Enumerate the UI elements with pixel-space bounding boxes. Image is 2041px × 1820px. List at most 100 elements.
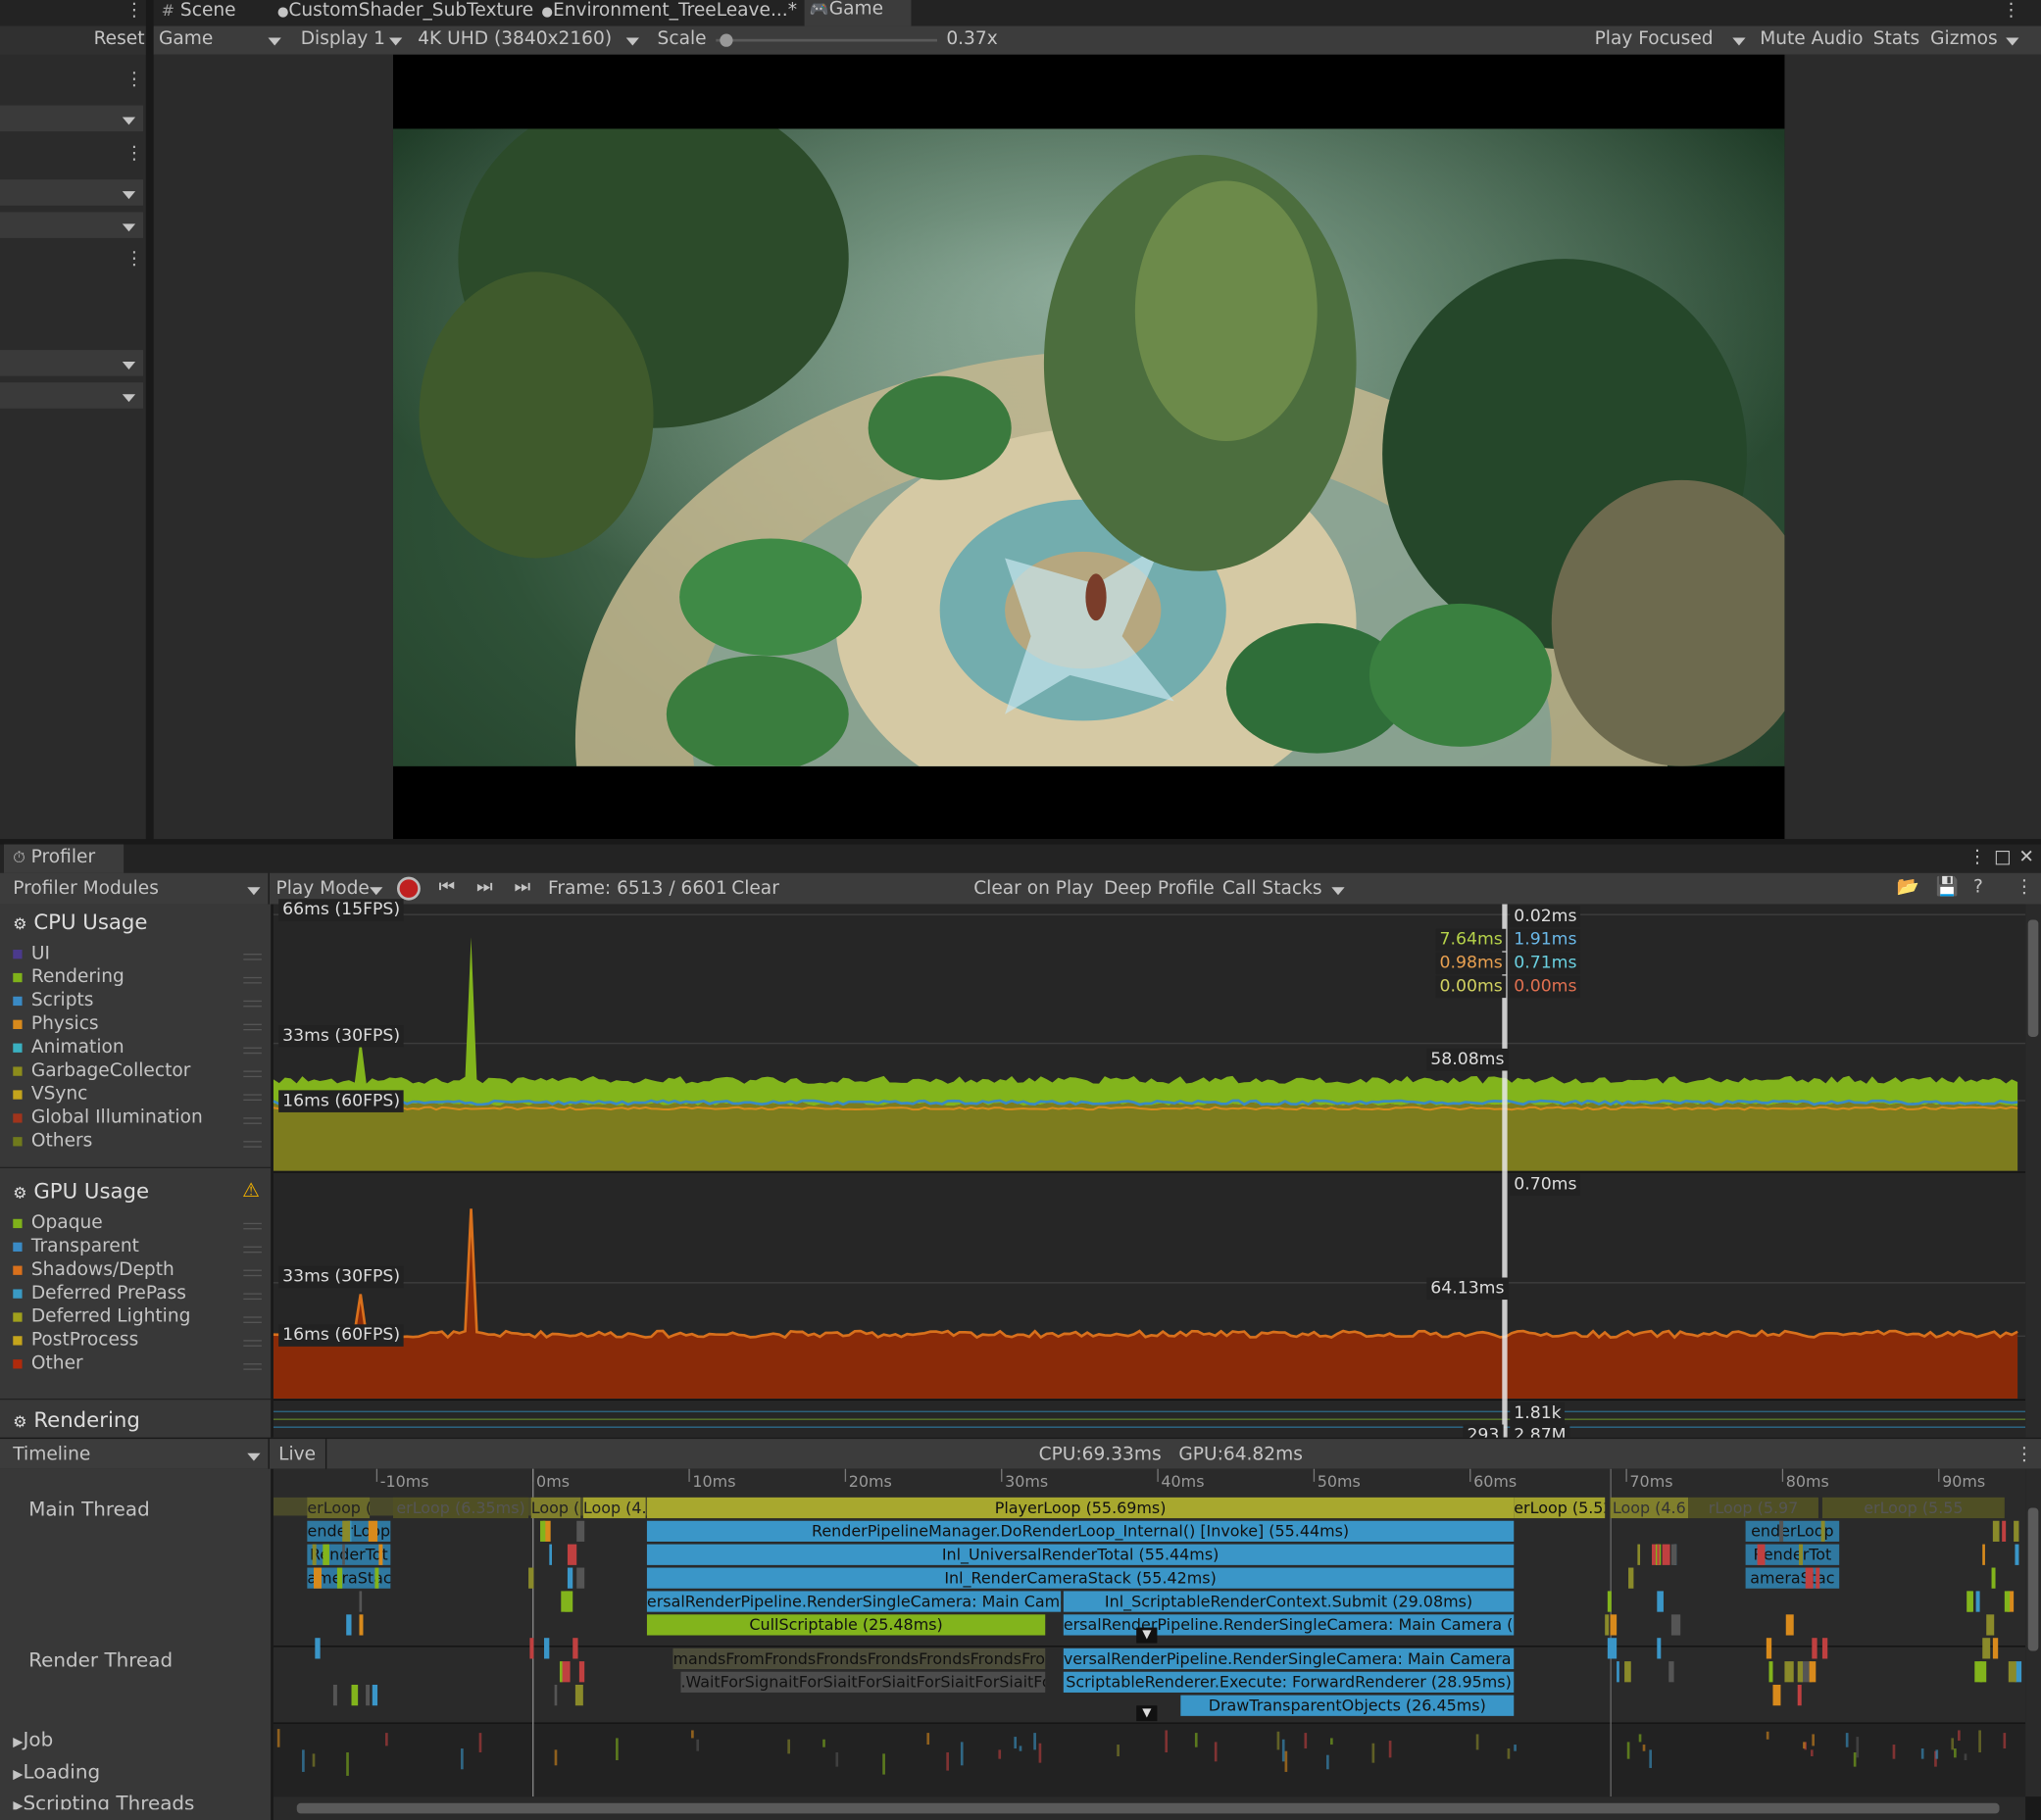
job-sample[interactable] — [1954, 1748, 1957, 1758]
call-stacks-dropdown[interactable]: Call Stacks — [1222, 878, 1350, 899]
play-mode-dropdown[interactable]: Play Mode — [275, 878, 387, 899]
timeline-sample[interactable] — [559, 1661, 563, 1683]
legend-item-deferred-lighting[interactable]: Deferred Lighting — [13, 1306, 262, 1327]
timeline-sample[interactable] — [528, 1567, 534, 1589]
job-sample[interactable] — [1812, 1734, 1815, 1746]
legend-item-others[interactable]: Others — [13, 1131, 262, 1152]
timeline-sample[interactable] — [1605, 1614, 1610, 1636]
job-sample[interactable] — [1281, 1739, 1285, 1762]
legend-item-global-illumination[interactable]: Global Illumination — [13, 1107, 262, 1128]
legend-item-garbagecollector[interactable]: GarbageCollector — [13, 1060, 262, 1081]
timeline-sample[interactable] — [1784, 1661, 1794, 1683]
drag-handle-icon[interactable] — [243, 1340, 262, 1347]
drag-handle-icon[interactable] — [243, 1141, 262, 1148]
timeline-sample[interactable] — [1991, 1567, 1996, 1589]
collapse-icon[interactable]: ▼ — [1136, 1627, 1158, 1644]
timeline-sample[interactable] — [1966, 1591, 1973, 1612]
timeline-sample[interactable] — [323, 1544, 329, 1565]
timeline-sample[interactable] — [1974, 1661, 1983, 1683]
scale-slider-thumb[interactable] — [720, 33, 733, 47]
drag-handle-icon[interactable] — [243, 1000, 262, 1008]
cullscriptable-block[interactable]: CullScriptable (25.48ms) — [646, 1614, 1046, 1636]
timeline-sample[interactable] — [1982, 1544, 1985, 1565]
timeline-sample[interactable] — [2002, 1520, 2007, 1542]
job-sample[interactable] — [998, 1749, 1002, 1759]
playerloop-prev[interactable]: erLoop (5.35ms) — [307, 1497, 371, 1519]
timeline-sample[interactable] — [540, 1520, 546, 1542]
timeline-sample[interactable] — [1657, 1544, 1660, 1565]
profiler-charts[interactable]: 66ms (15FPS) 33ms (30FPS) 16ms (60FPS) 0… — [273, 899, 2026, 1448]
drag-handle-icon[interactable] — [243, 1363, 262, 1370]
playerloop-next[interactable]: erLoop (5.52 — [1514, 1497, 1606, 1519]
job-sample[interactable] — [1638, 1734, 1642, 1743]
tab-customshader[interactable]: ●CustomShader_SubTexture — [277, 0, 533, 21]
job-sample[interactable] — [1475, 1734, 1479, 1750]
small-block[interactable]: enderLoop — [1745, 1520, 1840, 1542]
job-sample[interactable] — [1649, 1749, 1652, 1768]
job-sample[interactable] — [691, 1730, 694, 1739]
timeline-sample[interactable] — [1766, 1638, 1772, 1659]
timeline-sample[interactable] — [332, 1684, 337, 1706]
drag-handle-icon[interactable] — [243, 1293, 262, 1301]
timeline-sample[interactable] — [1757, 1544, 1766, 1565]
drag-handle-icon[interactable] — [243, 1117, 262, 1124]
timeline-sample[interactable] — [572, 1638, 578, 1659]
timeline-sample[interactable] — [1799, 1544, 1804, 1565]
timeline-sample[interactable] — [1797, 1661, 1804, 1683]
close-icon[interactable]: ✕ — [2018, 847, 2034, 867]
thread-main[interactable]: Main Thread — [28, 1498, 150, 1521]
job-sample[interactable] — [835, 1752, 839, 1767]
job-sample[interactable] — [1165, 1730, 1169, 1753]
last-frame-icon[interactable]: ⏭ — [514, 877, 530, 898]
job-sample[interactable] — [926, 1733, 930, 1746]
job-sample[interactable] — [616, 1738, 619, 1760]
draw-transparent-block[interactable]: DrawTransparentObjects (26.45ms) — [1180, 1695, 1515, 1716]
job-sample[interactable] — [1284, 1750, 1288, 1772]
thread-render[interactable]: Render Thread — [28, 1648, 173, 1672]
legend-item-vsync[interactable]: VSync — [13, 1084, 262, 1105]
timeline-sample[interactable] — [1982, 1638, 1991, 1659]
timeline-sample[interactable] — [544, 1638, 550, 1659]
tab-environment[interactable]: ●Environment_TreeLeave...* — [541, 0, 797, 21]
job-sample[interactable] — [276, 1729, 280, 1747]
job-sample[interactable] — [1214, 1742, 1218, 1762]
timeline-sample[interactable] — [372, 1684, 378, 1706]
drag-handle-icon[interactable] — [243, 1047, 262, 1055]
timeline-sample[interactable] — [578, 1661, 585, 1683]
job-sample[interactable] — [1371, 1743, 1375, 1763]
timeline-sample[interactable] — [1670, 1614, 1681, 1636]
timeline-sample[interactable] — [1821, 1638, 1828, 1659]
help-icon[interactable]: ? — [1973, 877, 1983, 898]
inspector-dropdown[interactable] — [0, 382, 144, 409]
job-sample[interactable] — [1304, 1733, 1308, 1749]
legend-item-opaque[interactable]: Opaque — [13, 1212, 262, 1233]
save-icon[interactable]: 💾 — [1935, 877, 1958, 898]
render-camera-stack-block[interactable]: Inl_RenderCameraStack (55.42ms) — [646, 1567, 1515, 1589]
load-icon[interactable]: 📂 — [1897, 877, 1919, 898]
timeline-sample[interactable] — [1617, 1661, 1619, 1683]
clear-button[interactable]: Clear — [731, 878, 779, 899]
playerloop-next[interactable]: Loop (4.6 — [1610, 1497, 1689, 1519]
job-sample[interactable] — [1194, 1733, 1198, 1747]
record-button[interactable] — [396, 876, 421, 901]
timeline-sample[interactable] — [312, 1544, 317, 1565]
drag-handle-icon[interactable] — [243, 1316, 262, 1323]
timeline-sample[interactable] — [1820, 1520, 1825, 1542]
timeline-sample[interactable] — [576, 1520, 585, 1542]
playerloop-prev[interactable]: Loop (3 — [530, 1497, 581, 1519]
first-frame-icon[interactable]: ⏮ — [438, 877, 455, 898]
playerloop-block[interactable]: PlayerLoop (55.69ms) — [646, 1497, 1515, 1519]
timeline-sample[interactable] — [2014, 1520, 2019, 1542]
display-dropdown[interactable]: Display 1 — [301, 28, 408, 49]
drag-handle-icon[interactable] — [243, 1222, 262, 1230]
job-sample[interactable] — [822, 1739, 825, 1747]
more-icon[interactable]: ⋮ — [2015, 877, 2033, 898]
job-sample[interactable] — [554, 1749, 558, 1766]
job-sample[interactable] — [1507, 1748, 1511, 1759]
cpu-module-title[interactable]: ⚙ CPU Usage — [13, 910, 147, 934]
timeline-vscrollbar[interactable] — [2025, 1468, 2041, 1797]
timeline-sample[interactable] — [314, 1567, 322, 1589]
job-sample[interactable] — [461, 1748, 464, 1770]
timeline-sample[interactable] — [576, 1567, 585, 1589]
timeline-sample[interactable] — [2015, 1544, 2019, 1565]
